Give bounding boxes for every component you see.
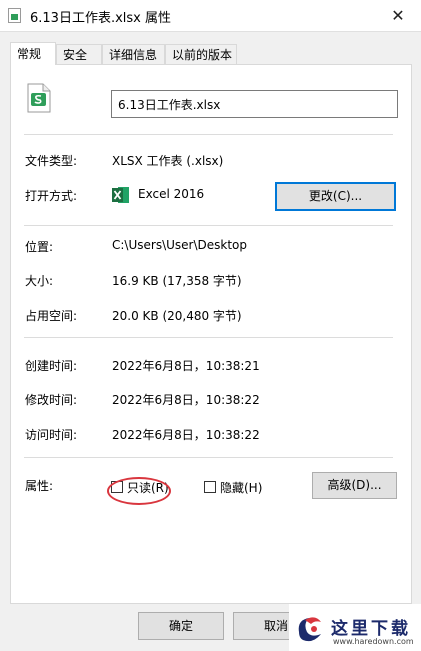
hidden-label[interactable]: 隐藏(H) [220, 479, 262, 496]
advanced-button[interactable]: 高级(D)... [312, 472, 397, 499]
window-title: 6.13日工作表.xlsx 属性 [30, 11, 171, 26]
watermark: 这里下载 www.haredown.com [289, 604, 421, 651]
modified-label: 修改时间: [25, 393, 78, 407]
read-only-label[interactable]: 只读(R) [127, 479, 169, 496]
hidden-checkbox[interactable] [204, 481, 216, 493]
size-label: 大小: [25, 274, 54, 288]
close-icon: ✕ [391, 6, 405, 25]
separator [24, 134, 393, 135]
size-value: 16.9 KB (17,358 字节) [112, 274, 242, 288]
ok-button[interactable]: 确定 [138, 612, 224, 640]
attributes-label: 属性: [25, 479, 54, 493]
general-panel: 文件类型: XLSX 工作表 (.xlsx) 打开方式: Excel 2016 … [10, 64, 412, 604]
close-button[interactable]: ✕ [375, 0, 421, 31]
opens-with-label: 打开方式: [25, 189, 78, 203]
accessed-label: 访问时间: [25, 428, 78, 442]
watermark-url: www.haredown.com [333, 637, 414, 646]
file-type-value: XLSX 工作表 (.xlsx) [112, 154, 224, 168]
created-label: 创建时间: [25, 359, 78, 373]
tab-previous-versions[interactable]: 以前的版本 [165, 44, 237, 64]
excel-icon [112, 187, 129, 203]
file-type-label: 文件类型: [25, 154, 78, 168]
created-value: 2022年6月8日，10:38:21 [112, 359, 260, 373]
separator [24, 225, 393, 226]
watermark-logo-icon [298, 617, 321, 642]
title-bar: 6.13日工作表.xlsx 属性 ✕ [0, 0, 421, 32]
change-button[interactable]: 更改(C)... [275, 182, 396, 211]
accessed-value: 2022年6月8日，10:38:22 [112, 428, 260, 442]
modified-value: 2022年6月8日，10:38:22 [112, 393, 260, 407]
tab-general[interactable]: 常规 [10, 42, 56, 65]
opens-with-value: Excel 2016 [138, 187, 205, 201]
size-on-disk-value: 20.0 KB (20,480 字节) [112, 309, 242, 323]
separator [24, 337, 393, 338]
xlsx-file-icon [27, 83, 51, 113]
read-only-checkbox[interactable] [111, 481, 123, 493]
location-label: 位置: [25, 240, 54, 254]
separator [24, 457, 393, 458]
file-name-input[interactable] [111, 90, 398, 118]
location-value: C:\Users\User\Desktop [112, 238, 247, 252]
watermark-text: 这里下载 [331, 619, 411, 639]
tab-details[interactable]: 详细信息 [102, 44, 165, 64]
file-icon [8, 8, 21, 23]
size-on-disk-label: 占用空间: [25, 309, 78, 323]
tab-security[interactable]: 安全 [56, 44, 102, 64]
